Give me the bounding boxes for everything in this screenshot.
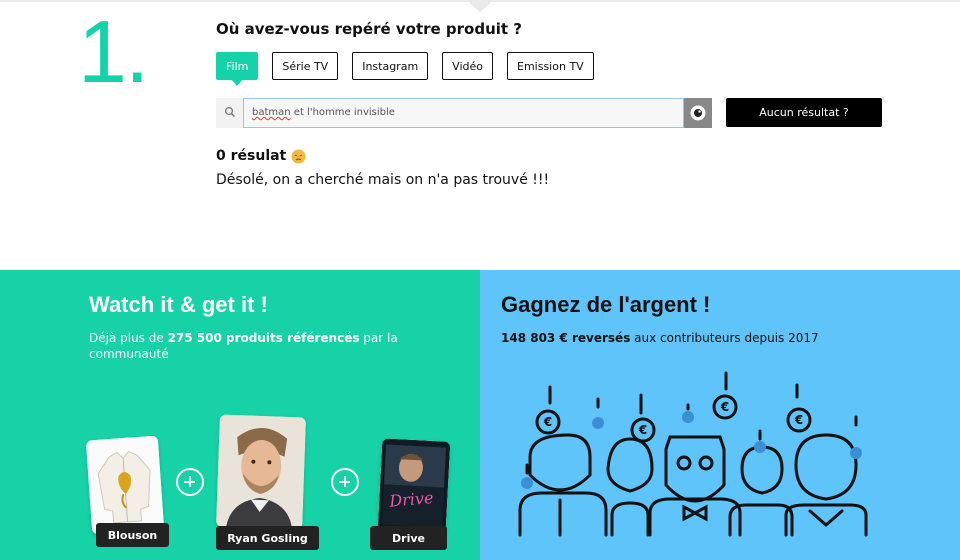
poster-title: Drive (388, 487, 435, 511)
step-number: 1. (78, 2, 149, 101)
search-bar: batman et l'homme invisible (216, 98, 712, 128)
no-result-button[interactable]: Aucun résultat ? (726, 98, 882, 127)
result-message: Désolé, on a cherché mais on n'a pas tro… (216, 172, 550, 188)
search-value-rest: et l'homme invisible (290, 107, 395, 118)
earn-money-title: Gagnez de l'argent ! (501, 292, 711, 317)
movie-card[interactable]: Drive (377, 438, 451, 534)
search-value-word: batman (252, 107, 291, 118)
tab-film[interactable]: Film (216, 52, 259, 86)
movie-poster (377, 438, 451, 534)
earn-money-panel: Gagnez de l'argent ! 148 803 € reversés … (480, 270, 960, 560)
earn-text: aux contributeurs depuis 2017 (630, 331, 819, 345)
result-count-text: 0 résulat (216, 148, 287, 164)
watch-it-title: Watch it & get it ! (89, 292, 268, 317)
watch-it-subtitle: Déjà plus de 275 500 produits référencés… (89, 330, 409, 362)
category-tabs: Film Série TV Instagram Vidéo Emission T… (216, 52, 594, 86)
coin-symbol-2: € (638, 423, 647, 437)
earn-money-subtitle: 148 803 € reversés aux contributeurs dep… (501, 331, 819, 345)
coin-symbol-1: € (543, 415, 552, 429)
jacket-image (85, 435, 165, 535)
subtitle-text: Déjà plus de (89, 331, 168, 345)
plus-icon-1 (176, 468, 204, 496)
actor-card[interactable] (216, 414, 306, 530)
movie-label: Drive (370, 526, 447, 550)
result-count: 0 résulat (216, 148, 306, 164)
earn-amount: 148 803 € reversés (501, 331, 631, 345)
subtitle-highlight: 275 500 produits référencés (167, 331, 360, 345)
coin-symbol-4: € (794, 413, 803, 427)
actor-photo (216, 414, 306, 530)
search-input[interactable]: batman et l'homme invisible (243, 98, 684, 128)
plus-icon-2 (331, 468, 359, 496)
eye-scan-icon (690, 105, 706, 121)
scan-button[interactable] (684, 98, 712, 128)
tab-emission-tv[interactable]: Emission TV (507, 52, 594, 80)
search-section: 1. Où avez-vous repéré votre produit ? F… (0, 0, 960, 270)
contributors-illustration: € € € € (518, 371, 868, 537)
tab-instagram[interactable]: Instagram (352, 52, 429, 80)
top-notch (466, 0, 494, 12)
page-question: Où avez-vous repéré votre produit ? (216, 20, 523, 38)
tab-video[interactable]: Vidéo (442, 52, 493, 80)
tab-serie-tv[interactable]: Série TV (272, 52, 339, 80)
watch-it-panel: Watch it & get it ! Déjà plus de 275 500… (0, 270, 480, 560)
coin-symbol-3: € (720, 400, 729, 414)
sad-face-icon (291, 149, 306, 163)
actor-label: Ryan Gosling (216, 526, 319, 550)
jacket-card[interactable] (85, 435, 165, 535)
search-icon (224, 106, 235, 117)
jacket-label: Blouson (96, 523, 169, 547)
